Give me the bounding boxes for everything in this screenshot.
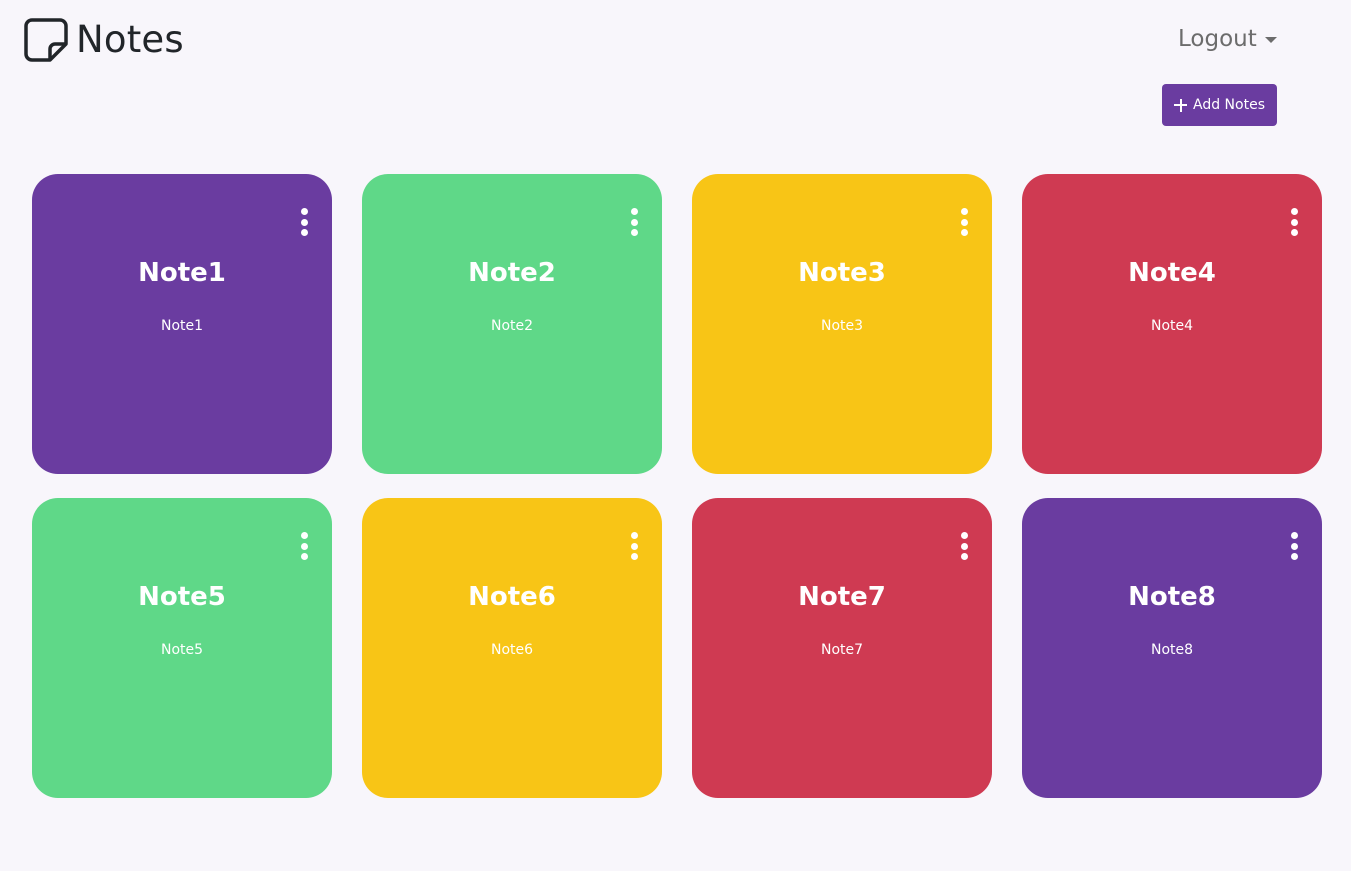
plus-icon xyxy=(1174,98,1187,112)
note-card[interactable]: Note2 Note2 xyxy=(362,174,662,474)
notes-grid: Note1 Note1 Note2 Note2 Note3 Note3 Note… xyxy=(32,174,1322,798)
sticky-note-icon xyxy=(24,18,68,62)
note-title: Note2 xyxy=(468,258,556,288)
note-body: Note8 xyxy=(1150,642,1194,658)
note-title: Note6 xyxy=(468,582,556,612)
caret-down-icon xyxy=(1264,37,1277,43)
note-title: Note1 xyxy=(138,258,226,288)
note-body: Note3 xyxy=(820,318,864,334)
kebab-menu-icon[interactable] xyxy=(630,532,638,560)
kebab-menu-icon[interactable] xyxy=(1290,532,1298,560)
note-card[interactable]: Note4 Note4 xyxy=(1022,174,1322,474)
logout-label: Logout xyxy=(1178,26,1257,52)
brand[interactable]: Notes xyxy=(24,16,184,64)
note-body: Note1 xyxy=(160,318,204,334)
app-title: Notes xyxy=(76,18,184,61)
add-notes-label: Add Notes xyxy=(1193,97,1265,113)
note-title: Note3 xyxy=(798,258,886,288)
note-card[interactable]: Note6 Note6 xyxy=(362,498,662,798)
logout-dropdown[interactable]: Logout xyxy=(1178,26,1277,52)
note-card[interactable]: Note1 Note1 xyxy=(32,174,332,474)
note-body: Note2 xyxy=(490,318,534,334)
kebab-menu-icon[interactable] xyxy=(630,208,638,236)
add-notes-button[interactable]: Add Notes xyxy=(1162,84,1277,126)
note-card[interactable]: Note3 Note3 xyxy=(692,174,992,474)
note-body: Note6 xyxy=(490,642,534,658)
kebab-menu-icon[interactable] xyxy=(300,532,308,560)
kebab-menu-icon[interactable] xyxy=(960,532,968,560)
note-card[interactable]: Note8 Note8 xyxy=(1022,498,1322,798)
note-card[interactable]: Note5 Note5 xyxy=(32,498,332,798)
note-title: Note7 xyxy=(798,582,886,612)
note-title: Note4 xyxy=(1128,258,1216,288)
note-title: Note5 xyxy=(138,582,226,612)
kebab-menu-icon[interactable] xyxy=(300,208,308,236)
note-body: Note7 xyxy=(820,642,864,658)
kebab-menu-icon[interactable] xyxy=(960,208,968,236)
kebab-menu-icon[interactable] xyxy=(1290,208,1298,236)
note-body: Note4 xyxy=(1150,318,1194,334)
note-title: Note8 xyxy=(1128,582,1216,612)
note-body: Note5 xyxy=(160,642,204,658)
note-card[interactable]: Note7 Note7 xyxy=(692,498,992,798)
